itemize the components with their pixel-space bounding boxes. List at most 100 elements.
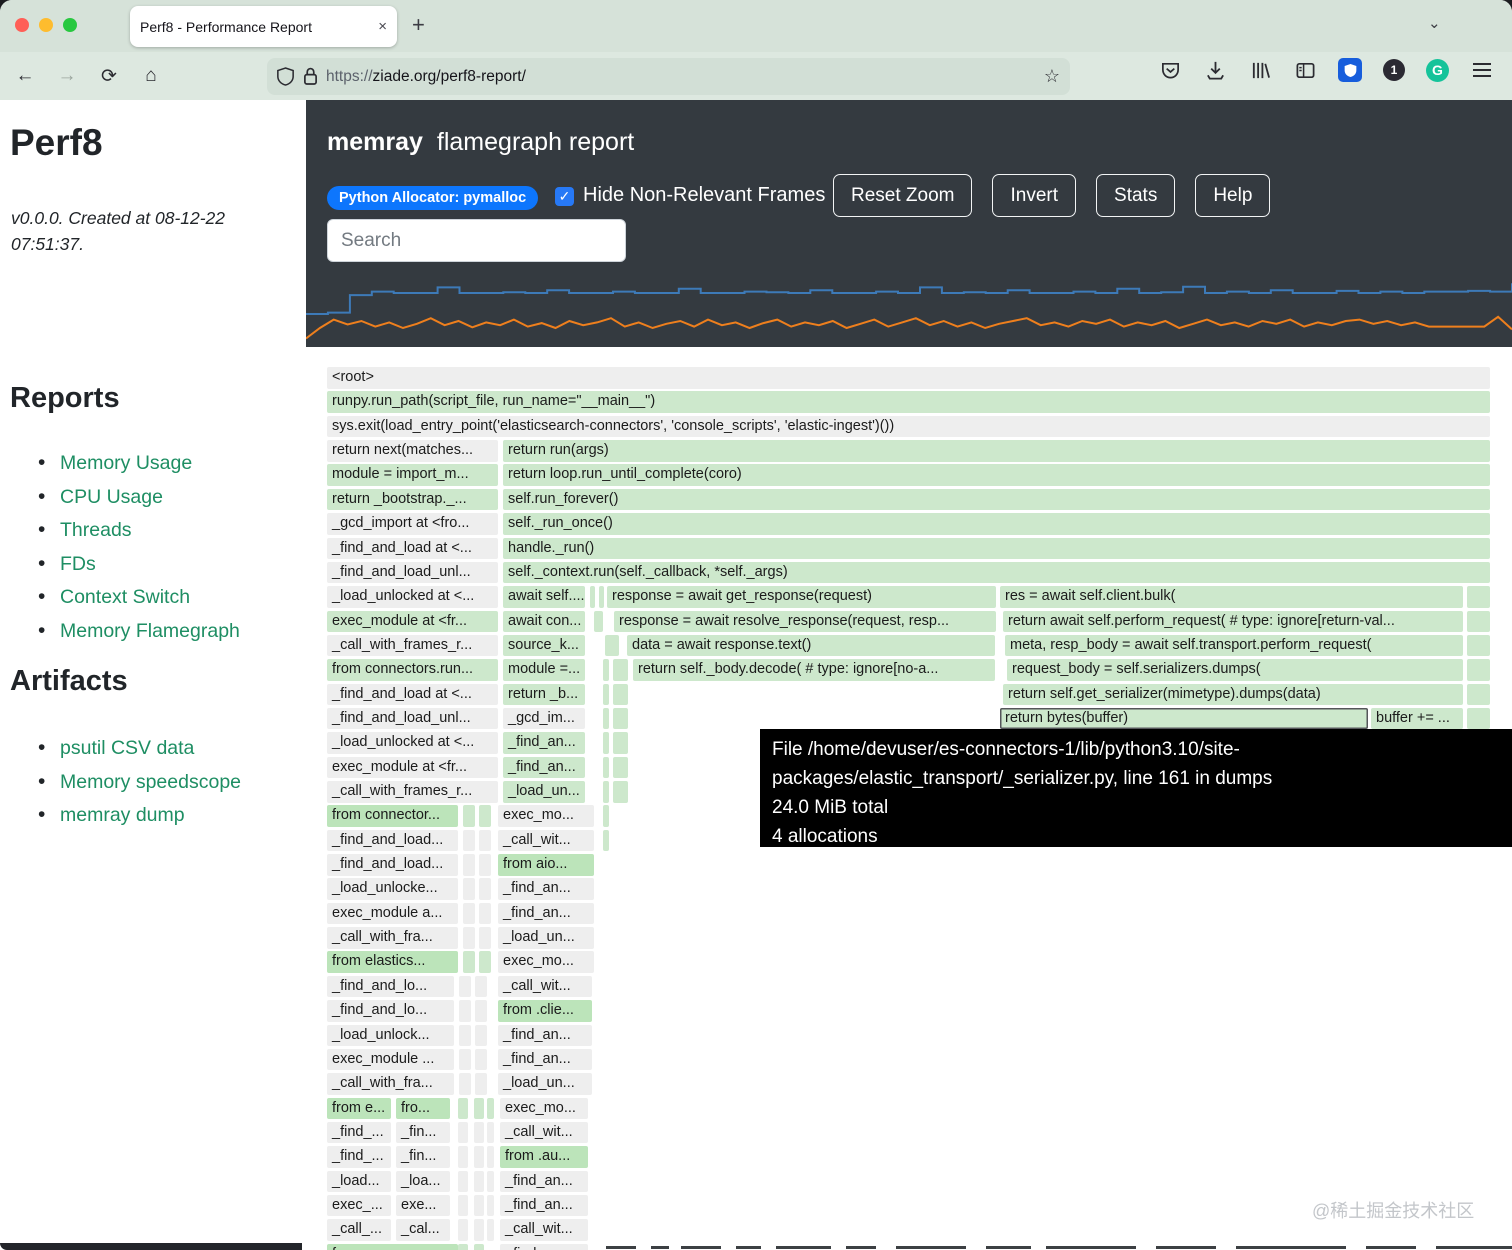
flame-cell[interactable]: _load_un... — [498, 927, 594, 949]
hide-frames-checkbox[interactable]: ✓ — [555, 187, 574, 206]
flame-cell[interactable] — [475, 1024, 487, 1046]
flame-cell[interactable]: _find_and_load_unl... — [327, 561, 498, 584]
flame-cell[interactable]: from .au... — [500, 1146, 588, 1168]
flame-cell[interactable]: handle._run() — [503, 537, 1490, 559]
flame-cell[interactable]: _find_and_load... — [327, 854, 458, 876]
flame-cell[interactable] — [1467, 634, 1490, 657]
flame-cell[interactable] — [463, 902, 475, 925]
flame-cell[interactable]: return run(args) — [503, 440, 1490, 462]
flame-cell[interactable]: _find_an... — [498, 902, 594, 925]
flame-cell[interactable]: _find_and_load at <... — [327, 683, 498, 706]
flame-cell[interactable]: exec_mo... — [498, 805, 594, 827]
flame-cell[interactable] — [603, 732, 609, 754]
flame-cell[interactable] — [463, 951, 475, 973]
flame-cell[interactable] — [603, 756, 609, 779]
flame-cell[interactable]: return loop.run_until_complete(coro) — [503, 464, 1490, 486]
flame-cell[interactable]: _gcd_import at <fro... — [327, 513, 498, 535]
flame-cell[interactable] — [599, 586, 604, 608]
flame-cell[interactable]: _find_and_lo... — [327, 1000, 454, 1022]
flame-cell[interactable]: source_k... — [503, 634, 585, 657]
flame-cell[interactable]: _find_... — [327, 1121, 391, 1144]
flame-cell[interactable]: _load_unlocked at <... — [327, 586, 498, 608]
flame-cell[interactable]: return next(matches... — [327, 440, 498, 462]
flame-cell[interactable]: return bytes(buffer) — [1000, 707, 1368, 730]
artifact-link-1[interactable]: Memory speedscope — [60, 771, 241, 793]
flame-cell[interactable] — [479, 805, 491, 827]
list-tabs-chevron-icon[interactable]: ⌄ — [1428, 14, 1441, 32]
flame-cell[interactable] — [459, 1048, 471, 1071]
flame-cell[interactable]: _find_and_load_unl... — [327, 707, 498, 730]
flame-cell[interactable]: fro... — [396, 1097, 450, 1119]
report-link-2[interactable]: Threads — [60, 519, 132, 541]
flame-cell[interactable]: _load_unlocked at <... — [327, 732, 498, 754]
flame-cell[interactable]: exec_module at <fr... — [327, 756, 498, 779]
flame-cell[interactable] — [603, 781, 609, 803]
back-button[interactable]: ← — [8, 65, 42, 87]
flame-cell[interactable]: self._run_once() — [503, 513, 1490, 535]
flame-cell[interactable] — [603, 659, 609, 681]
flame-cell[interactable]: request_body = self.serializers.dumps( — [1007, 659, 1463, 681]
url-text[interactable]: https://ziade.org/perf8-report/ — [326, 68, 1044, 86]
menu-icon[interactable] — [1470, 58, 1494, 82]
flame-cell[interactable]: buffer += ... — [1371, 707, 1463, 730]
flame-cell[interactable]: await con... — [503, 610, 585, 632]
artifact-link-2[interactable]: memray dump — [60, 804, 185, 826]
flame-cell[interactable] — [479, 951, 491, 973]
flame-cell[interactable] — [459, 1000, 471, 1022]
flame-cell[interactable] — [474, 1194, 484, 1217]
flame-cell[interactable] — [463, 805, 475, 827]
flame-cell[interactable]: response = await get_response(request) — [607, 586, 996, 608]
flame-cell[interactable] — [475, 1073, 487, 1095]
reload-button[interactable]: ⟳ — [92, 65, 126, 88]
flame-cell[interactable]: from elastics... — [327, 951, 458, 973]
browser-tab[interactable]: Perf8 - Performance Report × — [130, 6, 397, 47]
flame-cell[interactable]: from connectors.run... — [327, 659, 498, 681]
flame-cell[interactable]: _load_unlocke... — [327, 878, 458, 900]
report-link-0[interactable]: Memory Usage — [60, 452, 192, 474]
flame-cell[interactable] — [605, 634, 619, 657]
flame-cell[interactable]: runpy.run_path(script_file, run_name="__… — [327, 391, 1490, 413]
flame-cell[interactable]: return self._body.decode( # type: ignore… — [633, 659, 995, 681]
flame-cell[interactable] — [474, 1170, 484, 1193]
flame-cell[interactable]: _find_and_load at <... — [327, 537, 498, 559]
flame-cell[interactable] — [603, 829, 609, 852]
flame-cell[interactable] — [603, 683, 609, 706]
flame-cell[interactable]: exec_mo... — [498, 951, 594, 973]
flame-cell[interactable] — [590, 586, 595, 608]
flame-cell[interactable] — [459, 975, 471, 998]
flame-cell[interactable] — [487, 1219, 494, 1241]
flame-cell[interactable]: response = await resolve_response(reques… — [614, 610, 996, 632]
macos-close-button[interactable] — [15, 18, 29, 32]
hide-frames-label[interactable]: Hide Non-Relevant Frames — [583, 184, 825, 207]
bookmark-star-icon[interactable]: ☆ — [1044, 66, 1060, 87]
flame-cell[interactable] — [479, 829, 491, 852]
flame-cell[interactable] — [458, 1194, 468, 1217]
flame-cell[interactable]: _call_... — [327, 1219, 391, 1241]
flame-cell[interactable]: exec_module at <fr... — [327, 610, 498, 632]
flame-cell[interactable]: module = import_m... — [327, 464, 498, 486]
report-link-5[interactable]: Memory Flamegraph — [60, 620, 240, 642]
flame-cell[interactable]: from — [327, 1243, 458, 1250]
flame-cell[interactable]: res = await self.client.bulk( — [1000, 586, 1463, 608]
flame-cell[interactable]: self._context.run(self._callback, *self.… — [503, 561, 1490, 584]
flame-cell[interactable] — [1467, 586, 1490, 608]
flame-cell[interactable] — [474, 1219, 484, 1241]
flame-cell[interactable]: <root> — [327, 367, 1490, 389]
flame-cell[interactable]: _fin... — [396, 1146, 450, 1168]
flame-cell[interactable] — [487, 1146, 494, 1168]
flame-cell[interactable]: _call_with_frames_r... — [327, 634, 498, 657]
flame-cell[interactable]: _load... — [327, 1170, 391, 1193]
flame-cell[interactable]: return await self.perform_request( # typ… — [1003, 610, 1463, 632]
artifact-link-0[interactable]: psutil CSV data — [60, 737, 194, 759]
flame-cell[interactable]: _call_with_fra... — [327, 1073, 454, 1095]
flame-cell[interactable]: _find_an... — [498, 878, 594, 900]
flame-cell[interactable] — [1467, 610, 1490, 632]
report-link-3[interactable]: FDs — [60, 553, 96, 575]
flame-cell[interactable]: module =... — [503, 659, 585, 681]
flame-cell[interactable] — [1467, 683, 1490, 706]
flame-cell[interactable] — [463, 878, 475, 900]
flame-cell[interactable]: meta, resp_body = await self.transport.p… — [1005, 634, 1463, 657]
invert-button[interactable]: Invert — [992, 174, 1077, 217]
help-button[interactable]: Help — [1195, 174, 1271, 217]
flame-cell[interactable] — [475, 975, 487, 998]
